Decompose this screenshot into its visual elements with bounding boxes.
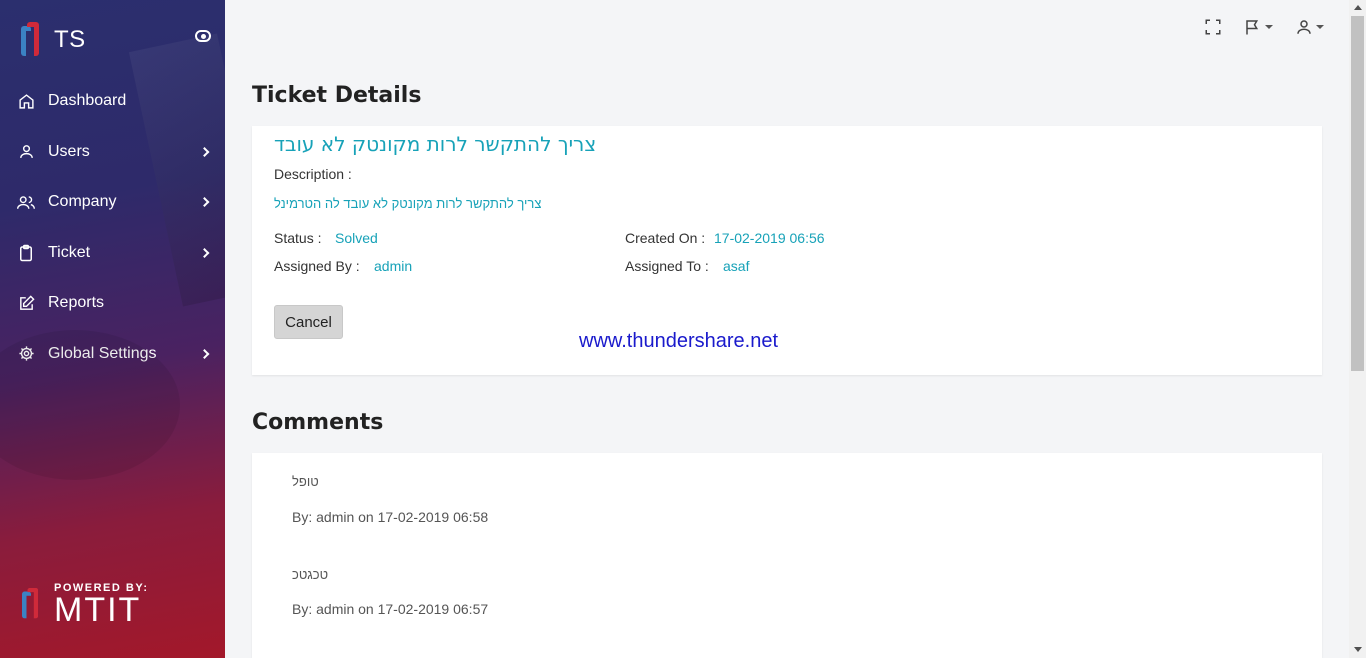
mtit-logo-icon <box>19 587 42 620</box>
comment-text: טכגטכ <box>292 567 329 582</box>
comment-text: טופל <box>292 474 319 489</box>
caret-down-icon <box>1265 25 1273 29</box>
comment-meta: By: admin on 17-02-2019 06:57 <box>292 601 489 617</box>
sidebar-item-label: Ticket <box>48 243 91 261</box>
brand-name: TS <box>54 26 86 53</box>
user-icon <box>17 143 35 161</box>
status-label: Status : <box>274 230 322 246</box>
powered-name: MTIT <box>54 591 142 629</box>
scroll-thumb[interactable] <box>1351 16 1364 371</box>
ticket-title: צריך להתקשר לרות מקונטק לא עובד <box>274 132 597 156</box>
brand[interactable]: TS <box>18 22 86 58</box>
clipboard-icon <box>17 244 35 262</box>
sidebar-item-label: Users <box>48 142 90 160</box>
sidebar-item-dashboard[interactable]: Dashboard <box>0 76 225 127</box>
sidebar-item-reports[interactable]: Reports <box>0 278 225 329</box>
sidebar-item-label: Global Settings <box>48 344 157 362</box>
ticket-card: צריך להתקשר לרות מקונטק לא עובד Descript… <box>252 126 1322 375</box>
flag-icon <box>1246 20 1259 35</box>
comments-title: Comments <box>252 410 384 435</box>
description-label: Description : <box>274 166 352 182</box>
comment-meta: By: admin on 17-02-2019 06:58 <box>292 509 489 525</box>
assigned-to-value: asaf <box>723 258 750 274</box>
sidebar-item-label: Company <box>48 193 117 211</box>
home-icon <box>17 92 35 110</box>
sidebar-item-ticket[interactable]: Ticket <box>0 228 225 279</box>
watermark-text: www.thundershare.net <box>579 330 779 352</box>
comments-card: טופל By: admin on 17-02-2019 06:58 טכגטכ… <box>252 453 1322 658</box>
assigned-to-label: Assigned To : <box>625 258 709 274</box>
user-menu[interactable] <box>1295 18 1324 36</box>
sidebar-item-users[interactable]: Users <box>0 127 225 178</box>
sidebar-item-label: Reports <box>48 294 105 312</box>
caret-down-icon <box>1316 25 1324 29</box>
ticket-description: צריך להתקשר לרות מקונטק לא עובד לה הטרמי… <box>274 196 542 211</box>
created-label: Created On : <box>625 230 706 246</box>
chevron-right-icon <box>199 197 210 208</box>
page-scrollbar[interactable] <box>1349 0 1366 658</box>
cancel-button[interactable]: Cancel <box>274 305 343 339</box>
eye-toggle-icon[interactable] <box>195 30 211 42</box>
edit-icon <box>17 294 35 312</box>
users-icon <box>17 193 35 211</box>
assigned-by-label: Assigned By : <box>274 258 360 274</box>
scroll-up-icon[interactable] <box>1354 5 1362 10</box>
status-value: Solved <box>335 230 378 246</box>
page-title: Ticket Details <box>252 83 422 108</box>
fullscreen-icon[interactable] <box>1204 18 1222 36</box>
sidebar: TS Dashboard Users Company Ticket Report… <box>0 0 225 658</box>
chevron-right-icon <box>199 348 210 359</box>
powered-by: POWERED BY: MTIT <box>18 582 149 629</box>
logo-icon <box>18 22 44 58</box>
chevron-right-icon <box>199 247 210 258</box>
assigned-by-value: admin <box>374 258 413 274</box>
sidebar-item-company[interactable]: Company <box>0 177 225 228</box>
sidebar-nav: Dashboard Users Company Ticket Reports G… <box>0 76 225 379</box>
gear-icon <box>17 345 35 363</box>
created-value: 17-02-2019 06:56 <box>714 230 825 246</box>
scroll-down-icon[interactable] <box>1354 647 1362 652</box>
sidebar-item-label: Dashboard <box>48 92 127 110</box>
sidebar-item-global-settings[interactable]: Global Settings <box>0 329 225 380</box>
topbar-actions <box>1204 18 1324 36</box>
user-icon <box>1297 20 1311 34</box>
chevron-right-icon <box>199 146 210 157</box>
flag-menu[interactable] <box>1244 18 1273 36</box>
